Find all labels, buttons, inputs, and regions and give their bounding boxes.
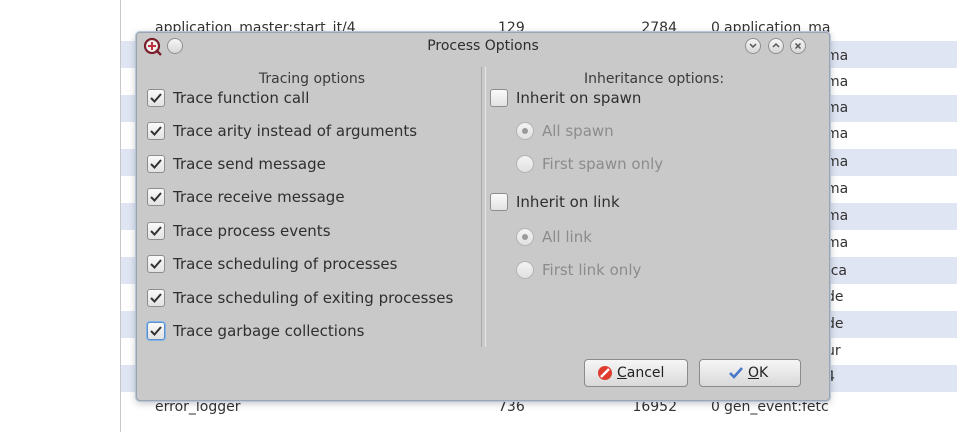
msgq-cell: 0 <box>711 399 720 415</box>
checkbox-label: Trace receive message <box>173 188 345 206</box>
checkmark-icon <box>150 226 162 236</box>
checkmark-icon <box>150 126 162 136</box>
cancel-icon <box>598 366 612 380</box>
checkbox-label: Trace function call <box>173 89 310 107</box>
checkbox-box[interactable] <box>147 122 165 140</box>
radio-button[interactable] <box>516 155 534 173</box>
checkmark-icon <box>150 293 162 303</box>
inheritance-options-panel: Inheritance options: Inherit on spawn Al… <box>485 67 822 347</box>
cancel-button[interactable]: Cancel <box>584 359 688 387</box>
minimize-icon[interactable] <box>745 38 761 54</box>
radio-label: First link only <box>542 261 642 279</box>
checkbox-box[interactable] <box>147 289 165 307</box>
dialog-titlebar[interactable]: Process Options <box>137 33 829 61</box>
radio-button[interactable] <box>516 228 534 246</box>
checkbox-box[interactable] <box>147 222 165 240</box>
checkmark-icon <box>150 93 162 103</box>
checkbox-box[interactable] <box>147 322 165 340</box>
checkmark-icon <box>150 259 162 269</box>
checkbox-box[interactable] <box>147 155 165 173</box>
checkbox-box[interactable] <box>147 188 165 206</box>
checkbox-box[interactable] <box>147 89 165 107</box>
ok-button[interactable]: OK <box>699 359 801 387</box>
maximize-icon[interactable] <box>768 38 784 54</box>
ok-check-icon <box>729 367 743 379</box>
checkbox-label: Inherit on spawn <box>516 89 642 107</box>
tracing-options-panel: Tracing options Trace function call Trac… <box>143 67 482 347</box>
radio-label: First spawn only <box>542 155 664 173</box>
close-icon[interactable] <box>790 38 806 54</box>
checkbox-box[interactable] <box>490 193 508 211</box>
checkmark-icon <box>150 159 162 169</box>
checkbox-label: Trace arity instead of arguments <box>173 122 418 140</box>
current-function-cell: gen_event:fetc <box>724 399 829 415</box>
inheritance-options-heading: Inheritance options: <box>583 71 725 87</box>
checkbox-label: Trace send message <box>173 155 326 173</box>
checkbox-box[interactable] <box>490 89 508 107</box>
process-options-dialog: Process Options Tracing options Trace fu… <box>136 32 830 401</box>
radio-button[interactable] <box>516 261 534 279</box>
memory-cell: 16952 <box>632 399 677 415</box>
checkbox-box[interactable] <box>147 255 165 273</box>
cancel-label: Cancel <box>617 365 665 381</box>
checkbox-label: Inherit on link <box>516 193 620 211</box>
checkbox-label: Trace process events <box>173 222 331 240</box>
checkbox-label: Trace garbage collections <box>173 322 365 340</box>
checkbox-label: Trace scheduling of exiting processes <box>173 289 454 307</box>
radio-button[interactable] <box>516 122 534 140</box>
checkmark-icon <box>150 192 162 202</box>
reductions-cell: 736 <box>498 399 525 415</box>
checkbox-label: Trace scheduling of processes <box>173 255 398 273</box>
radio-label: All spawn <box>542 122 614 140</box>
checkmark-icon <box>150 326 162 336</box>
dialog-title: Process Options <box>427 38 539 54</box>
radio-label: All link <box>542 228 592 246</box>
process-name-cell: error_logger <box>155 399 241 415</box>
tracing-options-heading: Tracing options <box>258 71 366 87</box>
ok-label: OK <box>748 365 769 381</box>
